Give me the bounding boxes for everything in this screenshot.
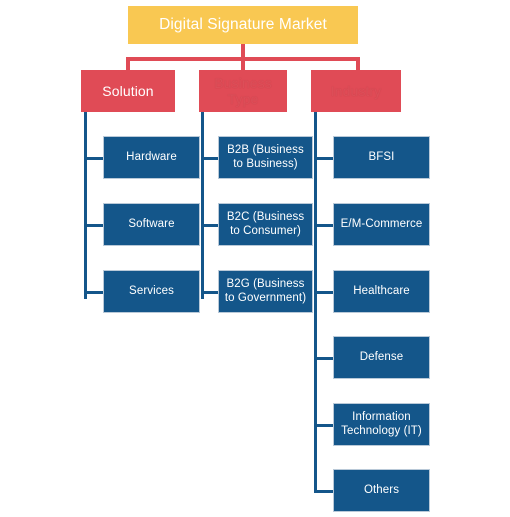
leaf-node-information-technology-label: Information Technology (IT): [341, 411, 422, 437]
connector-stub-b2g: [201, 291, 219, 294]
branch-node-solution-label: Solution: [102, 82, 154, 99]
leaf-node-bfsi-label: BFSI: [368, 150, 395, 163]
leaf-node-defense-label: Defense: [359, 350, 404, 363]
root-node-digital-signature-market[interactable]: Digital Signature Market: [128, 6, 358, 44]
connector-stub-software: [84, 224, 104, 227]
leaf-node-b2g-label: B2G (Business to Government): [224, 278, 307, 304]
leaf-node-hardware[interactable]: Hardware: [103, 136, 200, 179]
leaf-node-software-label: Software: [128, 217, 175, 230]
branch-node-business-type[interactable]: Business Type: [199, 70, 287, 112]
connector-stub-others: [314, 490, 334, 493]
leaf-node-software[interactable]: Software: [103, 203, 200, 246]
connector-stub-b2c: [201, 224, 219, 227]
leaf-node-information-technology[interactable]: Information Technology (IT): [333, 403, 430, 446]
root-node-label: Digital Signature Market: [159, 16, 327, 34]
connector-spine-industry: [314, 112, 317, 491]
branch-node-industry-label: Industry: [330, 82, 382, 99]
leaf-node-b2b[interactable]: B2B (Business to Business): [218, 136, 313, 179]
connector-stub-bfsi: [314, 157, 334, 160]
connector-stub-hardware: [84, 157, 104, 160]
leaf-node-defense[interactable]: Defense: [333, 336, 430, 379]
connector-drop-industry: [356, 57, 360, 71]
connector-drop-business-type: [241, 57, 245, 71]
branch-node-business-type-label: Business Type: [214, 74, 272, 107]
leaf-node-services[interactable]: Services: [103, 270, 200, 313]
leaf-node-b2b-label: B2B (Business to Business): [227, 144, 304, 170]
branch-node-industry[interactable]: Industry: [311, 70, 401, 112]
leaf-node-ecommerce[interactable]: E/M-Commerce: [333, 203, 430, 246]
leaf-node-b2c[interactable]: B2C (Business to Consumer): [218, 203, 313, 246]
connector-spine-business-type: [201, 112, 204, 299]
leaf-node-others[interactable]: Others: [333, 469, 430, 512]
leaf-node-others-label: Others: [363, 483, 400, 496]
connector-stub-defense: [314, 357, 334, 360]
connector-stub-services: [84, 291, 104, 294]
connector-drop-solution: [126, 57, 130, 71]
leaf-node-hardware-label: Hardware: [126, 150, 177, 163]
branch-node-solution[interactable]: Solution: [81, 70, 175, 112]
connector-stub-ecommerce: [314, 224, 334, 227]
leaf-node-bfsi[interactable]: BFSI: [333, 136, 430, 179]
leaf-node-ecommerce-label: E/M-Commerce: [340, 217, 423, 230]
leaf-node-healthcare-label: Healthcare: [353, 284, 410, 297]
leaf-node-b2g[interactable]: B2G (Business to Government): [218, 270, 313, 313]
leaf-node-b2c-label: B2C (Business to Consumer): [226, 211, 305, 237]
connector-stub-b2b: [201, 157, 219, 160]
connector-stub-information-technology: [314, 424, 334, 427]
leaf-node-services-label: Services: [129, 284, 174, 297]
leaf-node-healthcare[interactable]: Healthcare: [333, 270, 430, 313]
connector-stub-healthcare: [314, 291, 334, 294]
connector-spine-solution: [84, 112, 87, 299]
diagram-canvas: Digital Signature Market Solution Busine…: [0, 0, 510, 517]
